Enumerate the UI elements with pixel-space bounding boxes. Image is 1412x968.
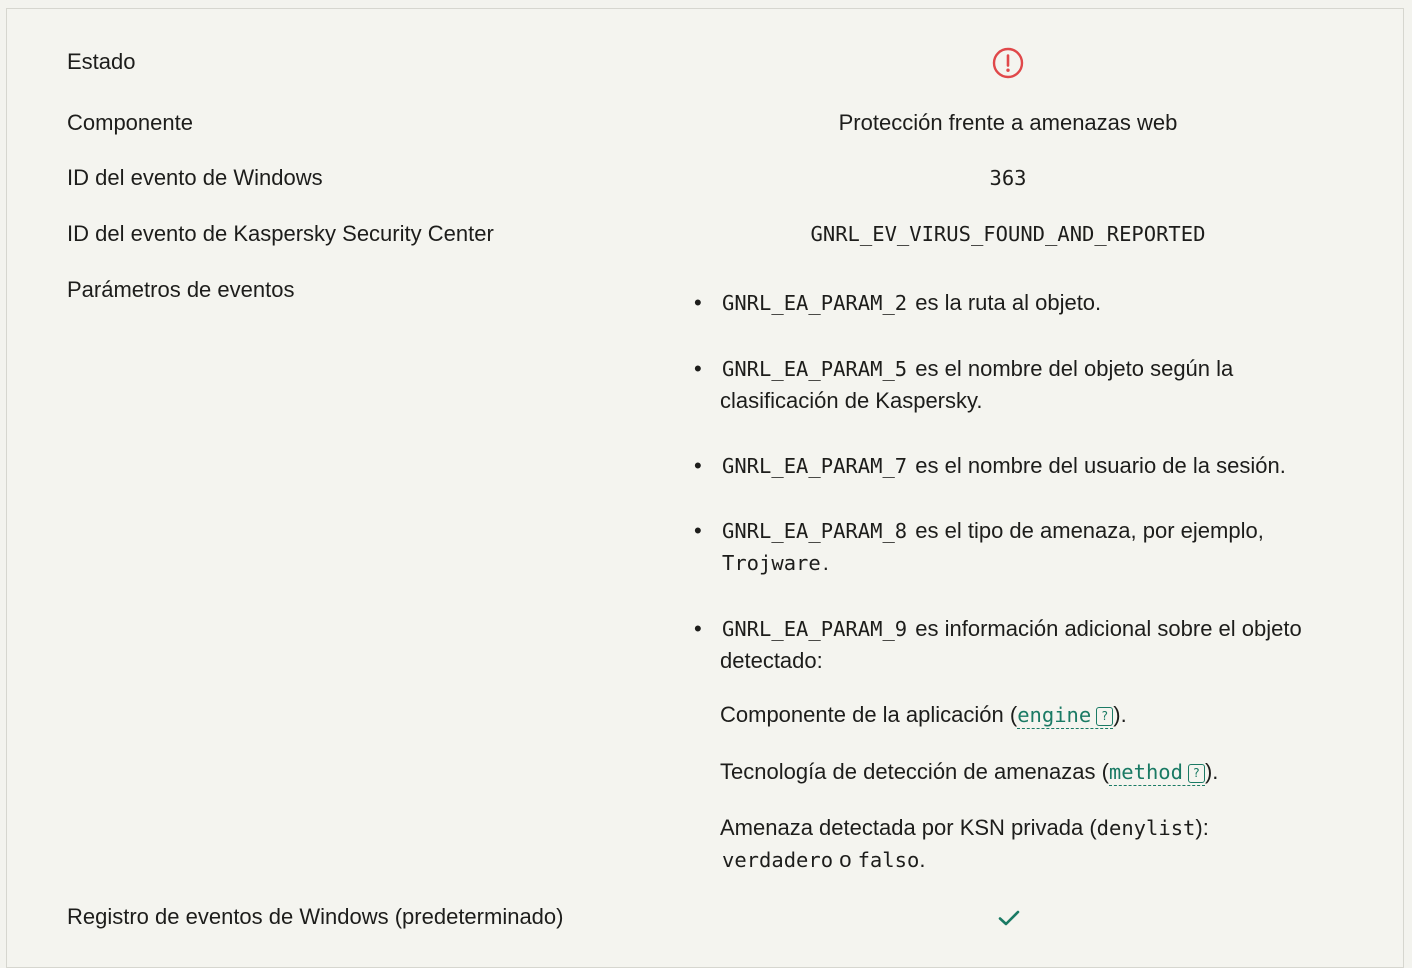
value-false-code: falso [857, 848, 920, 872]
row-label-ksc-event-id: ID del evento de Kaspersky Security Cent… [67, 221, 494, 246]
param-end: . [822, 550, 829, 575]
help-icon[interactable]: ? [1187, 764, 1205, 783]
row-label-event-parameters: Parámetros de eventos [67, 277, 295, 302]
row-label-componente: Componente [67, 110, 193, 135]
engine-link-text[interactable]: engine [1017, 703, 1091, 727]
row-value-ksc-event-id: GNRL_EV_VIRUS_FOUND_AND_REPORTED [810, 222, 1206, 246]
method-help-link[interactable]: method? [1108, 760, 1205, 786]
detail-text: Amenaza detectada por KSN privada ( [720, 815, 1097, 840]
detail-text: o [839, 847, 852, 872]
detail-text: ): [1195, 815, 1209, 840]
bullet: • [694, 518, 702, 543]
bullet: • [694, 356, 702, 381]
detail-engine: Componente de la aplicación (engine?). [720, 699, 1340, 731]
row-label-windows-event-log: Registro de eventos de Windows (predeter… [67, 904, 564, 929]
error-circle-icon [992, 47, 1024, 79]
row-value-componente: Protección frente a amenazas web [838, 110, 1178, 135]
param-code: GNRL_EA_PARAM_8 [722, 519, 908, 543]
param-code: GNRL_EA_PARAM_7 [722, 454, 908, 478]
engine-help-link[interactable]: engine? [1017, 703, 1114, 729]
method-link-text[interactable]: method [1109, 760, 1183, 784]
detail-text: ). [1204, 759, 1219, 784]
param-item: • GNRL_EA_PARAM_8 es el tipo de amenaza,… [694, 515, 1340, 579]
param-code: GNRL_EA_PARAM_5 [722, 357, 908, 381]
bullet: • [694, 290, 702, 315]
param-code: GNRL_EA_PARAM_2 [722, 291, 908, 315]
row-value-windows-event-id: 363 [989, 166, 1027, 190]
param-example-code: Trojware [722, 551, 821, 575]
param-description: es el nombre del usuario de la sesión. [915, 453, 1286, 478]
param-item: • GNRL_EA_PARAM_5 es el nombre del objet… [694, 353, 1340, 417]
detail-text: . [919, 847, 926, 872]
param-item: • GNRL_EA_PARAM_2 es la ruta al objeto. [694, 287, 1340, 319]
bullet: • [694, 453, 702, 478]
row-label-estado: Estado [67, 49, 136, 74]
row-label-windows-event-id: ID del evento de Windows [67, 165, 323, 190]
denylist-code: denylist [1096, 816, 1196, 840]
detail-denylist: Amenaza detectada por KSN privada (denyl… [720, 812, 1280, 876]
param-item: • GNRL_EA_PARAM_7 es el nombre del usuar… [694, 450, 1340, 482]
value-true-code: verdadero [722, 848, 834, 872]
detail-method: Tecnología de detección de amenazas (met… [720, 756, 1340, 788]
param-description: es la ruta al objeto. [915, 290, 1102, 315]
bullet: • [694, 616, 702, 641]
help-icon[interactable]: ? [1096, 707, 1114, 726]
detail-text: ). [1113, 702, 1127, 727]
param-description: es el tipo de amenaza, por ejemplo, [915, 518, 1264, 543]
param-code: GNRL_EA_PARAM_9 [722, 617, 908, 641]
detail-text: Tecnología de detección de amenazas ( [720, 759, 1109, 784]
checkmark-icon [998, 910, 1020, 926]
detail-text: Componente de la aplicación ( [720, 702, 1018, 727]
param-item: • GNRL_EA_PARAM_9 es información adicion… [694, 613, 1340, 677]
